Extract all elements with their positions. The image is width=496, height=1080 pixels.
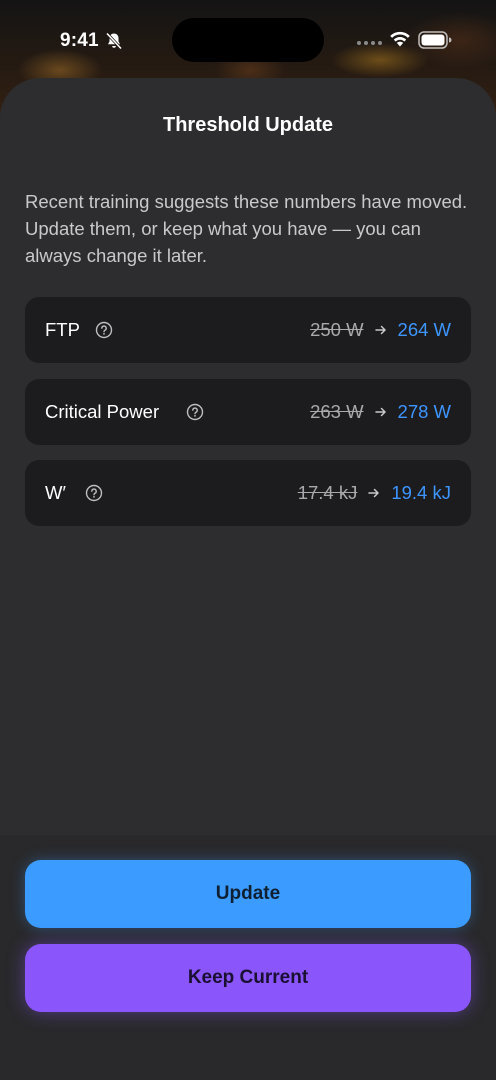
arrow-right-icon [374,325,386,335]
update-button[interactable]: Update [25,860,471,928]
dynamic-island [172,18,324,62]
help-icon[interactable] [85,484,103,502]
help-icon[interactable] [186,403,204,421]
metric-name: W′ [45,482,66,503]
status-time: 9:41 [60,30,99,51]
battery-icon [418,31,452,49]
wifi-icon [390,31,410,47]
new-value: 278 W [397,401,451,422]
arrow-right-icon [368,488,380,498]
help-icon[interactable] [95,321,113,339]
old-value: 250 W [310,319,364,340]
metric-row-critical-power: Critical Power 263 W 278 W [25,379,471,445]
metric-name: FTP [45,319,80,340]
metric-values: 17.4 kJ 19.4 kJ [298,482,451,504]
metric-row-w-prime: W′ 17.4 kJ 19.4 kJ [25,460,471,526]
bell-off-icon [105,32,123,50]
arrow-right-icon [374,407,386,417]
status-bar: 9:41 [0,0,496,80]
new-value: 19.4 kJ [391,482,451,503]
new-value: 264 W [397,319,451,340]
keep-current-button[interactable]: Keep Current [25,944,471,1012]
metric-values: 263 W 278 W [310,401,451,423]
metric-row-ftp: FTP 250 W 264 W [25,297,471,363]
metric-name: Critical Power [45,401,160,422]
signal-icon [357,41,382,45]
metric-values: 250 W 264 W [310,319,451,341]
screen: 9:41 Threshold Update Recent training su… [0,0,496,1080]
sheet-description: Recent training suggests these numbers h… [25,191,468,266]
old-value: 263 W [310,401,364,422]
sheet-title: Threshold Update [162,114,333,136]
old-value: 17.4 kJ [297,482,358,503]
